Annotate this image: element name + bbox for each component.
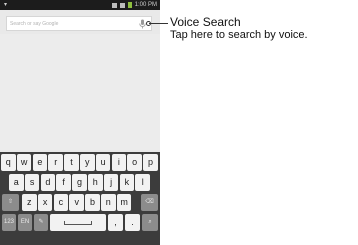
notification-icon: ▾ (4, 2, 8, 8)
key-q[interactable]: q (1, 154, 16, 171)
language-key[interactable]: EN (18, 214, 32, 231)
key-p[interactable]: p (143, 154, 158, 171)
keyboard: qwertyuiop asdfghjkl ⇧ ⌫ zxcvbnm 123 EN … (0, 152, 160, 245)
search-bar[interactable] (6, 16, 152, 31)
phone-screen: ▾ 1:00 PM qwertyuiop asdfghjkl ⇧ ⌫ zxcvb… (0, 0, 160, 245)
key-n[interactable]: n (101, 194, 116, 211)
key-d[interactable]: d (40, 174, 56, 191)
key-s[interactable]: s (24, 174, 40, 191)
key-i[interactable]: i (111, 154, 127, 171)
key-l[interactable]: l (135, 174, 150, 191)
search-input[interactable] (10, 18, 128, 29)
shift-icon[interactable]: ⇧ (2, 194, 19, 211)
key-z[interactable]: z (22, 194, 37, 211)
key-f[interactable]: f (56, 174, 71, 191)
key-t[interactable]: t (64, 154, 79, 171)
key-x[interactable]: x (37, 194, 53, 211)
search-icon[interactable]: ⌕ (142, 214, 158, 231)
key-v[interactable]: v (69, 194, 84, 211)
key-h[interactable]: h (88, 174, 103, 191)
key-e[interactable]: e (32, 154, 48, 171)
results-area (0, 34, 160, 150)
key-b[interactable]: b (85, 194, 100, 211)
signal-icon (119, 2, 125, 8)
period-key[interactable]: . (125, 214, 140, 231)
space-bar[interactable] (50, 214, 106, 231)
key-j[interactable]: j (103, 174, 119, 191)
symbols-key[interactable]: 123 (2, 214, 16, 231)
backspace-icon[interactable]: ⌫ (141, 194, 158, 211)
battery-icon (127, 2, 132, 8)
key-c[interactable]: c (53, 194, 69, 211)
key-k[interactable]: k (119, 174, 135, 191)
callout-description: Tap here to search by voice. (170, 29, 308, 41)
key-m[interactable]: m (116, 194, 132, 211)
key-g[interactable]: g (72, 174, 87, 191)
callout-title: Voice Search (170, 15, 241, 29)
key-y[interactable]: y (80, 154, 95, 171)
status-bar: ▾ 1:00 PM (0, 0, 160, 10)
key-a[interactable]: a (9, 174, 24, 191)
key-u[interactable]: u (95, 154, 111, 171)
wifi-icon (111, 2, 117, 8)
key-r[interactable]: r (48, 154, 63, 171)
callout-line (149, 23, 168, 24)
key-w[interactable]: w (16, 154, 32, 171)
settings-icon[interactable]: ✎ (34, 214, 48, 231)
comma-key[interactable]: , (108, 214, 123, 231)
key-o[interactable]: o (127, 154, 142, 171)
status-time: 1:00 PM (134, 2, 157, 8)
